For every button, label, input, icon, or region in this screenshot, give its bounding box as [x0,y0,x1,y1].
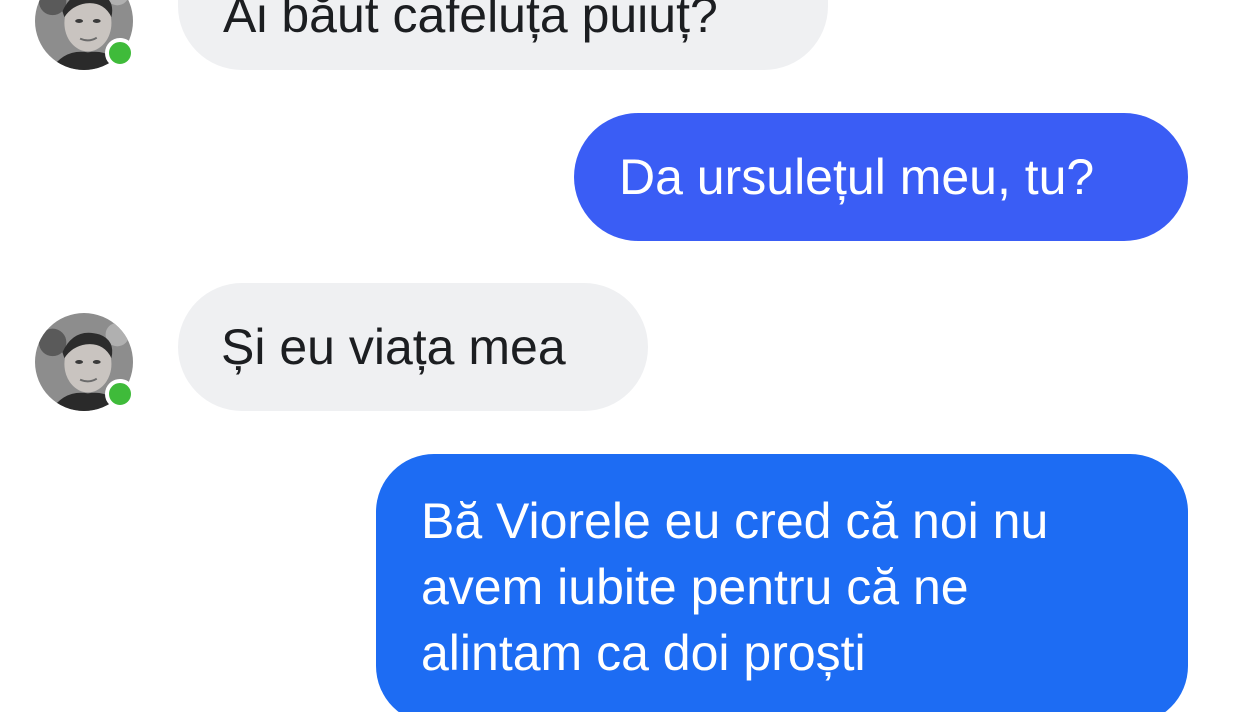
message-text: Da ursulețul meu, tu? [619,149,1095,205]
contact-avatar[interactable] [35,313,135,411]
outgoing-message-bubble[interactable]: Da ursulețul meu, tu? [574,113,1188,241]
message-text: Și eu viața mea [221,319,566,375]
incoming-message-bubble[interactable]: Și eu viața mea [178,283,648,411]
contact-avatar[interactable] [35,0,135,70]
incoming-message-bubble[interactable]: Ai băut cafeluța puiuț? [178,0,828,70]
outgoing-message-bubble[interactable]: Bă Viorele eu cred că noi nu avem iubite… [376,454,1188,712]
chat-thread: Ai băut cafeluța puiuț? Da ursulețul meu… [0,0,1260,712]
message-text-line: alintam ca doi proști [421,625,866,681]
message-text: Ai băut cafeluța puiuț? [223,0,718,43]
message-text-line: Bă Viorele eu cred că noi nu [421,493,1049,549]
online-status-icon [105,38,135,68]
message-text-line: avem iubite pentru că ne [421,559,969,615]
online-status-icon [105,379,135,409]
